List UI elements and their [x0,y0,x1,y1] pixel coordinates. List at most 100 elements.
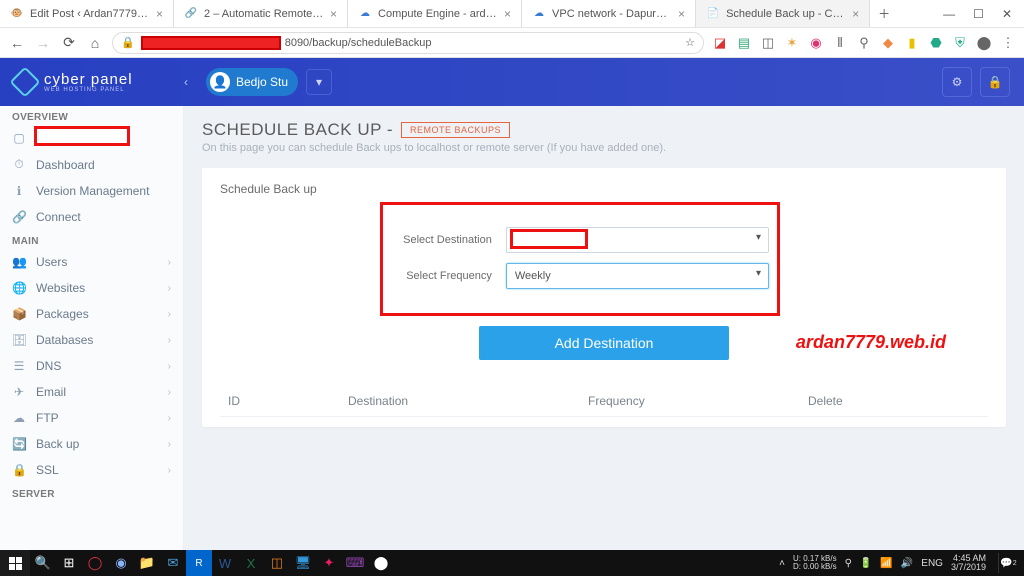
user-name: Bedjo Stu [236,75,288,89]
lock-icon: 🔒 [12,463,26,477]
card-title: Schedule Back up [220,182,988,196]
sidebar-item-ssl[interactable]: 🔒SSL› [0,457,183,483]
sidebar-item-dashboard[interactable]: ⏱ Dashboard [0,151,183,178]
chevron-right-icon: › [168,439,171,450]
sidebar-item-websites[interactable]: 🌐Websites› [0,275,183,301]
chevron-right-icon: › [168,361,171,372]
favicon: ☁ [532,7,546,21]
favicon: 📄 [706,7,720,21]
tab-close-icon[interactable]: × [852,7,859,21]
ext-icon[interactable]: ⚲ [856,35,872,51]
taskbar-app[interactable]: R [186,550,212,576]
tray-icon[interactable]: ⚲ [845,558,852,569]
window-minimize-icon[interactable]: — [943,7,955,21]
sidebar-item-backup[interactable]: 🔄Back up› [0,431,183,457]
sidebar-item-users[interactable]: 👥Users› [0,249,183,275]
browser-tab[interactable]: 🔗 2 – Automatic Remote Backup… × [174,0,348,27]
ext-icon[interactable]: ◆ [880,35,896,51]
tab-close-icon[interactable]: × [504,7,511,21]
new-tab-button[interactable]: ＋ [870,0,898,27]
sidebar-item-ftp[interactable]: ☁FTP› [0,405,183,431]
ext-icon[interactable]: ◫ [760,35,776,51]
sidebar-item-redacted[interactable]: ▢ [0,125,183,151]
back-button[interactable]: ← [8,35,26,51]
sidebar-section-main: MAIN [0,230,183,249]
add-destination-button[interactable]: Add Destination [479,326,729,360]
select-frequency[interactable]: Weekly [506,263,769,289]
home-button[interactable]: ⌂ [86,35,104,51]
start-button[interactable] [0,550,30,576]
taskbar-app[interactable]: ◯ [82,550,108,576]
window-maximize-icon[interactable]: ☐ [973,7,984,21]
app-header: cyber panel WEB HOSTING PANEL ‹ 👤 Bedjo … [0,58,1024,106]
browser-tab[interactable]: ☁ VPC network - DapurBedjoStu… × [522,0,696,27]
ext-icon[interactable]: ▤ [736,35,752,51]
bookmark-star-icon[interactable]: ☆ [685,36,695,49]
tray-clock[interactable]: 4:45 AM 3/7/2019 [951,554,986,572]
windows-logo-icon [9,557,22,570]
favicon: 🐵 [10,7,24,21]
sidebar-collapse-icon[interactable]: ‹ [184,75,188,89]
taskbar-app[interactable]: ✉ [160,550,186,576]
sidebar-item-version[interactable]: ℹ Version Management [0,178,183,204]
laptop-icon: ▢ [12,131,26,145]
ext-icon[interactable]: ⬤ [976,35,992,51]
taskbar-app[interactable]: X [238,550,264,576]
tray-volume-icon[interactable]: 🔊 [901,558,913,569]
settings-button[interactable]: ⚙ [942,67,972,97]
taskbar-app[interactable]: 📁 [134,550,160,576]
dashboard-icon: ⏱ [12,157,26,172]
sidebar-item-email[interactable]: ✈Email› [0,379,183,405]
table-header: ID Destination Frequency Delete [220,360,988,417]
taskbar-app[interactable]: ⬤ [368,550,394,576]
address-bar[interactable]: 🔒 8090/backup/scheduleBackup ☆ [112,32,704,54]
lock-icon: 🔒 [121,36,135,49]
taskbar-app[interactable]: W [212,550,238,576]
tray-battery-icon[interactable]: 🔋 [860,558,872,569]
ext-icon[interactable]: ⦀ [832,35,848,51]
tray-chevron-up-icon[interactable]: ˄ [779,558,785,569]
tab-close-icon[interactable]: × [330,7,337,21]
brand[interactable]: cyber panel WEB HOSTING PANEL [14,71,184,93]
taskbar-app[interactable]: 🖥 [290,550,316,576]
browser-tab[interactable]: ☁ Compute Engine - ardan7779… × [348,0,522,27]
taskbar-taskview-icon[interactable]: ⊞ [56,550,82,576]
page-subtitle: On this page you can schedule Back ups t… [202,142,1006,154]
ext-icon[interactable]: ▮ [904,35,920,51]
taskbar-app[interactable]: ◉ [108,550,134,576]
remote-backups-badge: REMOTE BACKUPS [401,122,510,138]
taskbar-app[interactable]: ◫ [264,550,290,576]
user-dropdown-caret[interactable]: ▾ [306,69,332,95]
browser-tab-active[interactable]: 📄 Schedule Back up - CyberPane… × [696,0,870,27]
browser-tab[interactable]: 🐵 Edit Post ‹ Ardan7779 — Word… × [0,0,174,27]
taskbar-app[interactable]: ✦ [316,550,342,576]
action-center-icon[interactable]: 💬2 [998,553,1018,573]
ext-icon[interactable]: ◪ [712,35,728,51]
browser-tabstrip: 🐵 Edit Post ‹ Ardan7779 — Word… × 🔗 2 – … [0,0,1024,28]
menu-icon[interactable]: ⋮ [1000,35,1016,51]
taskbar-search-icon[interactable]: 🔍 [30,550,56,576]
gear-icon: ⚙ [952,75,963,89]
chevron-right-icon: › [168,413,171,424]
reload-button[interactable]: ⟳ [60,34,78,51]
tray-language[interactable]: ENG [921,558,943,569]
tray-wifi-icon[interactable]: 📶 [880,558,892,569]
sidebar-item-packages[interactable]: 📦Packages› [0,301,183,327]
ext-icon[interactable]: ✶ [784,35,800,51]
ext-icon[interactable]: ⛨ [952,35,968,51]
sidebar-item-connect[interactable]: 🔗 Connect [0,204,183,230]
taskbar-app[interactable]: ⌨ [342,550,368,576]
sidebar-item-dns[interactable]: ☰DNS› [0,353,183,379]
backup-icon: 🔄 [12,437,26,451]
ext-icon[interactable]: ◉ [808,35,824,51]
sidebar-item-databases[interactable]: 🗄Databases› [0,327,183,353]
tab-close-icon[interactable]: × [678,7,685,21]
user-menu[interactable]: 👤 Bedjo Stu [206,68,298,96]
ext-icon[interactable]: ⬣ [928,35,944,51]
window-close-icon[interactable]: ✕ [1002,7,1012,21]
tab-close-icon[interactable]: × [156,7,163,21]
redacted-box [510,229,588,249]
logo-icon [9,66,40,97]
lock-button[interactable]: 🔒 [980,67,1010,97]
forward-button[interactable]: → [34,35,52,51]
